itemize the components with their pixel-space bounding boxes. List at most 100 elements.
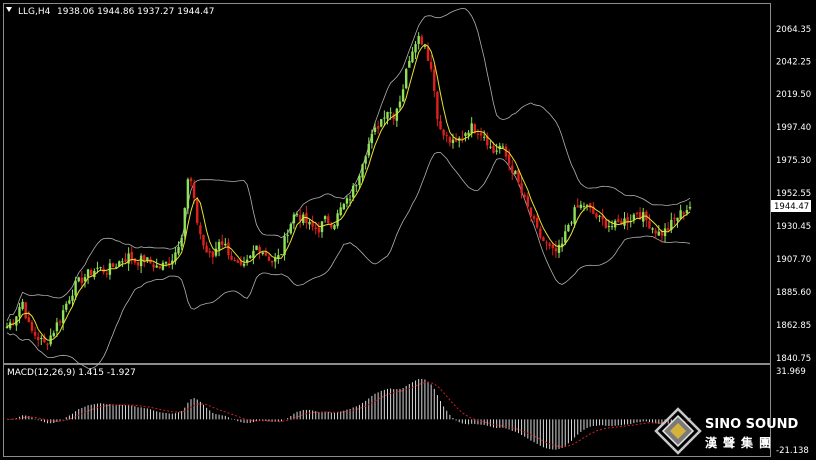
candle-body [286, 235, 289, 237]
candle-body [355, 185, 358, 187]
candle-body [610, 226, 614, 228]
candle-body [604, 219, 607, 228]
candle-body [495, 150, 498, 152]
candle-body [68, 300, 71, 304]
candle-body [227, 242, 230, 256]
candle-body [535, 217, 539, 228]
candle-body [564, 231, 567, 243]
candle-body [252, 250, 255, 258]
candle-body [224, 243, 227, 246]
candle-body [548, 243, 551, 246]
candle-body [196, 199, 199, 224]
candle-body [657, 231, 661, 236]
candle-body [598, 215, 601, 217]
candle-body [361, 164, 364, 178]
candle-body [333, 225, 336, 229]
candle-body [289, 224, 293, 234]
candle-body [27, 317, 31, 323]
candle-body [214, 248, 218, 256]
candle-body [526, 196, 530, 207]
candle-body [46, 343, 49, 345]
candle-body [492, 145, 495, 153]
price-tick: 1952.55 [776, 189, 811, 199]
candle-body [199, 225, 202, 235]
candle-body [451, 139, 455, 144]
chart-window[interactable]: LLG,H4 1938.06 1944.86 1937.27 1944.47 2… [0, 0, 816, 460]
candle-body [470, 123, 473, 134]
candle-body [448, 137, 452, 143]
price-tick: 1885.60 [776, 288, 811, 298]
candle-body [676, 217, 679, 221]
candle-body [255, 245, 258, 251]
candle-body [654, 230, 657, 234]
candle-body [520, 183, 523, 194]
candle-body [589, 203, 592, 208]
candle-body [367, 143, 370, 156]
price-tick: 1997.40 [776, 123, 811, 133]
candle-body [514, 170, 517, 175]
candle-body [192, 182, 196, 199]
candle-body [99, 267, 102, 269]
candle-body [666, 228, 670, 231]
candle-body [482, 136, 486, 138]
candle-body [688, 206, 692, 209]
candle-body [280, 254, 283, 256]
candle-body [345, 198, 349, 204]
candle-body [404, 69, 408, 89]
candle-body [576, 205, 579, 208]
candle-body [180, 237, 183, 247]
candle-body [139, 255, 143, 267]
candle-body [582, 205, 586, 207]
candle-body [663, 228, 667, 237]
candle-body [96, 267, 99, 269]
candle-body [389, 112, 392, 114]
candle-body [398, 101, 402, 108]
candle-body [336, 213, 339, 227]
candle-body [595, 213, 598, 218]
candle-body [314, 227, 317, 230]
candle-body [270, 260, 274, 263]
candle-body [261, 252, 264, 254]
symbol-label: LLG,H4 [18, 7, 51, 17]
candle-body [401, 89, 405, 102]
chart-background [0, 0, 816, 460]
candle-body [679, 210, 682, 219]
candle-body [233, 260, 236, 262]
price-tick: 1840.75 [776, 354, 811, 364]
price-tick: 1975.30 [776, 156, 811, 166]
price-tick: 2064.35 [776, 25, 811, 35]
candle-body [436, 92, 439, 120]
candle-body [386, 112, 389, 119]
candle-body [164, 262, 168, 264]
candle-body [264, 252, 268, 256]
candle-body [439, 121, 442, 130]
candle-body [274, 258, 277, 262]
macd-axis-top: 31.969 [776, 367, 806, 377]
candle-body [464, 133, 467, 136]
candle-body [461, 137, 464, 139]
candle-body [539, 228, 542, 238]
candle-body [152, 264, 155, 268]
price-tick: 2042.25 [776, 58, 811, 68]
candle-body [429, 62, 433, 70]
candle-body [542, 237, 545, 242]
candle-body [158, 266, 162, 269]
candle-body [358, 175, 361, 186]
candle-body [511, 165, 514, 173]
candle-body [242, 263, 246, 266]
candle-body [327, 216, 330, 224]
candle-body [532, 216, 536, 219]
candle-body [74, 280, 77, 296]
candle-body [5, 326, 9, 329]
candle-body [292, 214, 296, 224]
candle-body [18, 307, 21, 317]
candle-body [573, 207, 576, 224]
candle-body [40, 337, 43, 339]
macd-axis-bottom: -21.138 [776, 446, 809, 456]
candle-body [445, 134, 448, 136]
candle-body [80, 277, 84, 284]
candle-body [529, 207, 533, 217]
candle-body [55, 322, 59, 332]
candle-body [685, 210, 689, 214]
candle-body [130, 251, 133, 261]
